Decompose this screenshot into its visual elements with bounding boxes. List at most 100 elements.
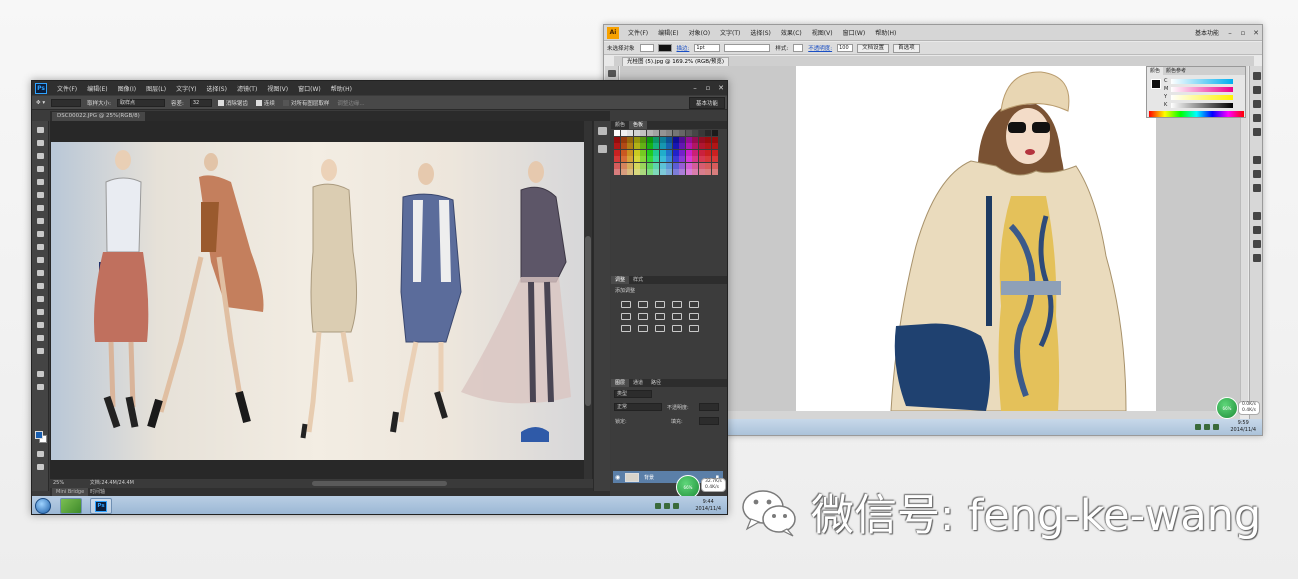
ai-menu-window[interactable]: 窗口(W) bbox=[838, 28, 871, 37]
swatch-cell[interactable] bbox=[640, 156, 646, 162]
swatch-cell[interactable] bbox=[659, 136, 666, 143]
ps-channels-tab[interactable]: 通道 bbox=[629, 379, 647, 387]
ai-menu-edit[interactable]: 编辑(E) bbox=[653, 28, 683, 37]
ps-stamp-tool-icon[interactable] bbox=[37, 231, 44, 237]
ai-opacity-input[interactable]: 100 bbox=[837, 44, 854, 52]
ai-panel-stroke-icon[interactable] bbox=[1253, 128, 1261, 136]
swatch-cell[interactable] bbox=[633, 136, 640, 143]
swatch-cell[interactable] bbox=[627, 130, 633, 136]
ps-refine-edge-button[interactable]: 调整边缘... bbox=[333, 99, 368, 107]
swatch-cell[interactable] bbox=[685, 169, 692, 175]
ai-panel-gradient-icon[interactable] bbox=[1253, 156, 1261, 164]
swatch-cell[interactable] bbox=[640, 130, 646, 136]
ps-history-brush-tool-icon[interactable] bbox=[37, 244, 44, 250]
taskbar-photoshop-button[interactable]: Ps bbox=[90, 498, 112, 514]
swatch-cell[interactable] bbox=[698, 162, 705, 169]
swatch-cell[interactable] bbox=[692, 156, 698, 162]
swatch-cell[interactable] bbox=[666, 136, 672, 143]
swatch-cell[interactable] bbox=[672, 156, 679, 162]
ai-doc-tab[interactable]: 光桂图 (5).jpg @ 169.2% (RGB/预览) bbox=[622, 57, 730, 66]
swatch-cell[interactable] bbox=[679, 156, 685, 162]
tray-flag-icon[interactable] bbox=[1213, 424, 1219, 430]
ps-properties-panel-icon[interactable] bbox=[598, 145, 607, 153]
swatch-cell[interactable] bbox=[666, 156, 672, 162]
ai-color-spectrum[interactable] bbox=[1149, 111, 1244, 117]
swatch-cell[interactable] bbox=[711, 136, 718, 143]
ai-stroke-swatch[interactable] bbox=[657, 44, 672, 52]
swatch-cell[interactable] bbox=[679, 130, 685, 136]
swatch-cell[interactable] bbox=[679, 136, 685, 143]
ai-color-guide-tab[interactable]: 颜色参考 bbox=[1163, 67, 1189, 75]
ps-fill-input[interactable] bbox=[699, 417, 719, 425]
ai-fill-swatch[interactable] bbox=[639, 44, 654, 52]
swatch-cell[interactable] bbox=[672, 149, 679, 156]
ps-timeline-tab[interactable]: 时间轴 bbox=[90, 488, 105, 496]
ps-menu-edit[interactable]: 编辑(E) bbox=[82, 84, 112, 93]
swatch-cell[interactable] bbox=[633, 130, 640, 136]
ps-adjust-tab[interactable]: 调整 bbox=[611, 276, 630, 284]
swatch-cell[interactable] bbox=[633, 156, 640, 162]
swatch-cell[interactable] bbox=[711, 156, 718, 162]
exposure-icon[interactable] bbox=[672, 301, 682, 308]
swatch-cell[interactable] bbox=[653, 143, 659, 149]
swatch-cell[interactable] bbox=[698, 149, 705, 156]
ps-path-select-tool-icon[interactable] bbox=[37, 335, 44, 341]
swatch-cell[interactable] bbox=[705, 136, 711, 143]
invert-icon[interactable] bbox=[621, 325, 631, 332]
ai-panel-artboards-icon[interactable] bbox=[1253, 240, 1261, 248]
swatch-cell[interactable] bbox=[685, 136, 692, 143]
swatch-cell[interactable] bbox=[705, 143, 711, 149]
swatch-cell[interactable] bbox=[705, 156, 711, 162]
ps-tool-preset-icon[interactable]: ✥ ▾ bbox=[32, 100, 49, 106]
ps-tolerance-input[interactable]: 32 bbox=[189, 98, 212, 107]
ai-slider-y[interactable] bbox=[1171, 95, 1233, 100]
ps-close-icon[interactable]: ✕ bbox=[716, 83, 726, 93]
swatch-cell[interactable] bbox=[698, 169, 705, 175]
swatch-cell[interactable] bbox=[646, 169, 653, 175]
swatch-cell[interactable] bbox=[698, 130, 705, 136]
swatch-cell[interactable] bbox=[666, 149, 672, 156]
restore-icon[interactable]: ▫ bbox=[1238, 28, 1248, 37]
swatch-cell[interactable] bbox=[685, 149, 692, 156]
swatch-cell[interactable] bbox=[653, 162, 659, 169]
swatch-cell[interactable] bbox=[653, 169, 659, 175]
swatch-cell[interactable] bbox=[698, 143, 705, 149]
swatch-cell[interactable] bbox=[666, 143, 672, 149]
swatch-cell[interactable] bbox=[672, 130, 679, 136]
swatch-cell[interactable] bbox=[646, 156, 653, 162]
ai-color-tab[interactable]: 颜色 bbox=[1147, 67, 1164, 75]
ps-eyedropper-tool-icon[interactable] bbox=[37, 192, 44, 198]
ps-contiguous-checkbox[interactable]: 连续 bbox=[252, 99, 279, 107]
swatch-cell[interactable] bbox=[620, 149, 627, 156]
ps-vscroll-thumb[interactable] bbox=[585, 236, 591, 406]
swatch-cell[interactable] bbox=[705, 169, 711, 175]
threshold-icon[interactable] bbox=[655, 325, 665, 332]
swatch-cell[interactable] bbox=[692, 149, 698, 156]
swatch-cell[interactable] bbox=[692, 162, 698, 169]
ps-menu-type[interactable]: 文字(Y) bbox=[171, 84, 201, 93]
ps-color-tab[interactable]: 颜色 bbox=[611, 121, 629, 129]
tray-network-icon[interactable] bbox=[655, 503, 661, 509]
ps-doc-tab[interactable]: DSC00022.JPG @ 25%(RGB/8) bbox=[52, 112, 145, 121]
ps-dodge-tool-icon[interactable] bbox=[37, 296, 44, 302]
ps-screen-mode-icon[interactable] bbox=[37, 464, 44, 470]
tray-volume-icon[interactable] bbox=[1204, 424, 1210, 430]
color-balance-icon[interactable] bbox=[638, 313, 648, 320]
swatch-cell[interactable] bbox=[640, 149, 646, 156]
swatch-cell[interactable] bbox=[640, 169, 646, 175]
ps-blur-tool-icon[interactable] bbox=[37, 283, 44, 289]
ai-panel-graphic-styles-icon[interactable] bbox=[1253, 212, 1261, 220]
minimize-icon[interactable]: – bbox=[1225, 28, 1235, 37]
ps-menu-select[interactable]: 选择(S) bbox=[201, 84, 232, 93]
curves-icon[interactable] bbox=[655, 301, 665, 308]
swatch-cell[interactable] bbox=[627, 169, 633, 175]
ai-doc-setup-button[interactable]: 文档设置 bbox=[857, 43, 890, 53]
ps-brush-tool-icon[interactable] bbox=[37, 218, 44, 224]
windows-start-icon[interactable] bbox=[35, 498, 51, 514]
ps-zoom-level[interactable]: 25% bbox=[53, 480, 64, 486]
selective-color-icon[interactable] bbox=[689, 325, 699, 332]
swatch-cell[interactable] bbox=[692, 169, 698, 175]
taskbar-app-icon[interactable] bbox=[60, 498, 82, 514]
ai-panel-appearance-icon[interactable] bbox=[1253, 184, 1261, 192]
swatch-cell[interactable] bbox=[646, 143, 653, 149]
